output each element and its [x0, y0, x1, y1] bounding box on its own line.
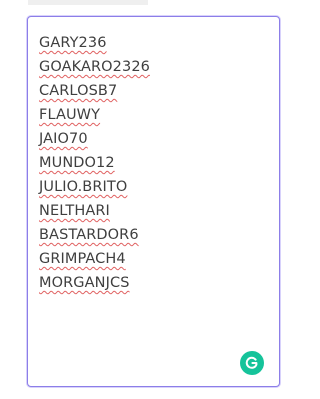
- text-line: JAIO70: [39, 131, 88, 147]
- text-line: GARY236: [39, 35, 107, 51]
- text-lines: GARY236 GOAKARO2326 CARLOSB7 FLAUWY JAIO…: [39, 31, 150, 295]
- text-line: MORGANJCS: [39, 275, 130, 291]
- text-line: JULIO.BRITO: [39, 179, 128, 195]
- text-line: CARLOSB7: [39, 83, 118, 99]
- text-area[interactable]: GARY236 GOAKARO2326 CARLOSB7 FLAUWY JAIO…: [27, 16, 280, 387]
- text-line: GOAKARO2326: [39, 59, 150, 75]
- text-line: MUNDO12: [39, 155, 115, 171]
- grammarly-g-icon: [245, 356, 258, 369]
- top-strip: [28, 0, 148, 5]
- grammarly-button[interactable]: [240, 351, 264, 375]
- text-line: NELTHARI: [39, 203, 110, 219]
- text-line: BASTARDOR6: [39, 227, 139, 243]
- text-line: GRIMPACH4: [39, 251, 126, 267]
- text-line: FLAUWY: [39, 107, 101, 123]
